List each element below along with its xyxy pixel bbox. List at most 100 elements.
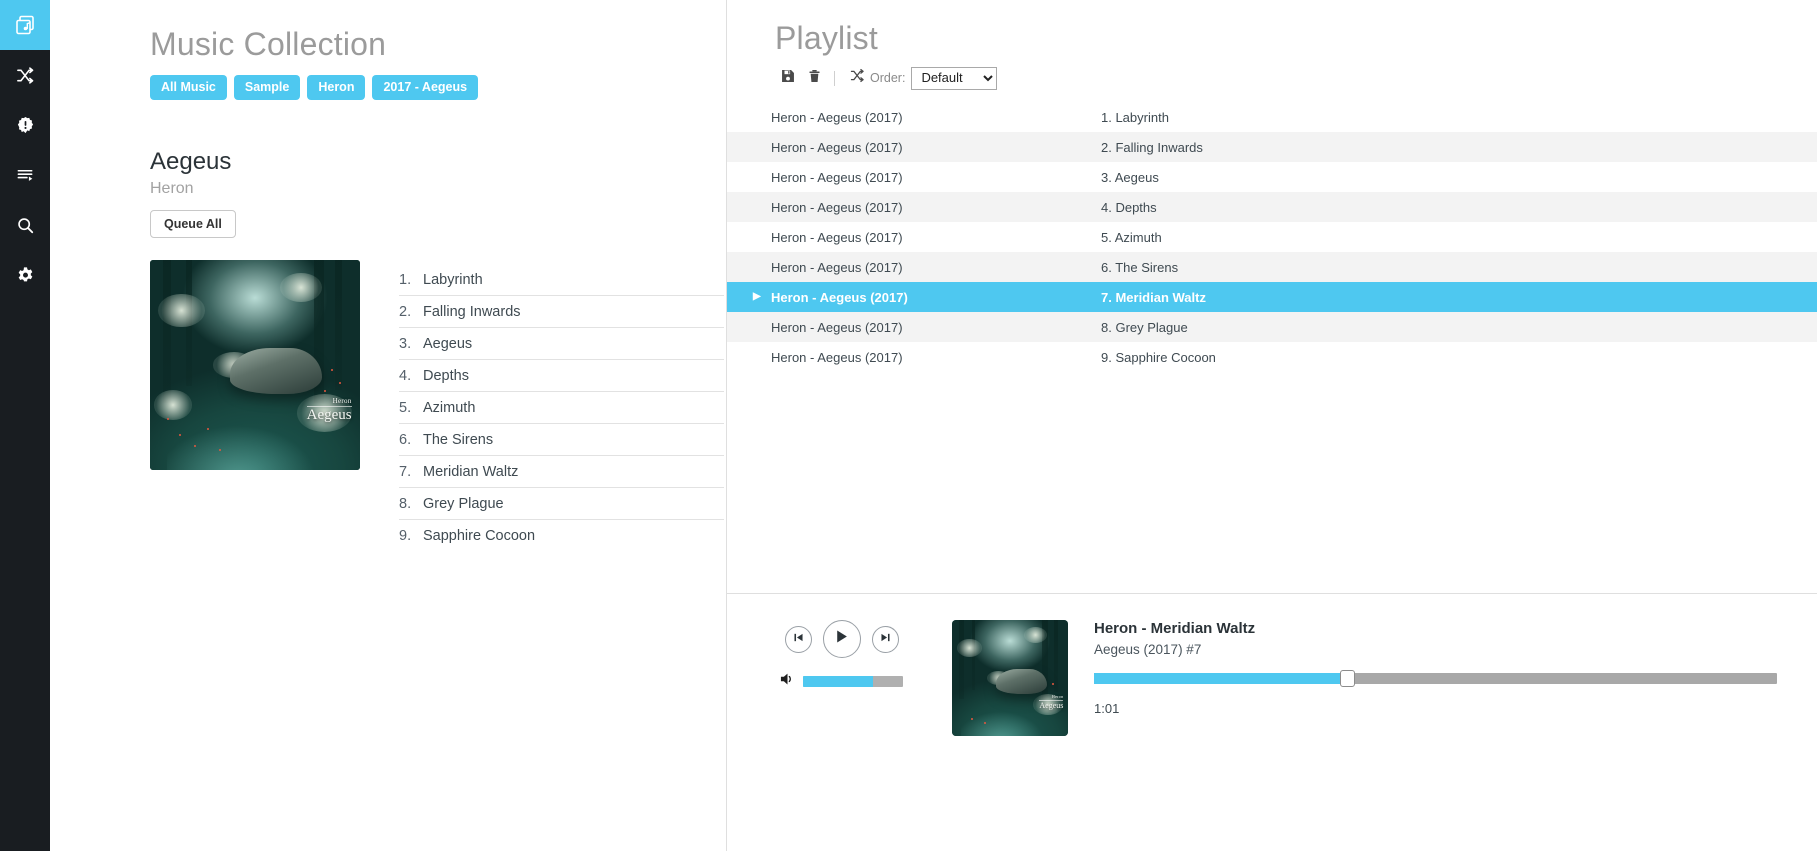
playlist-row[interactable]: Heron - Aegeus (2017) 1. Labyrinth	[727, 102, 1817, 132]
shuffle-icon	[16, 66, 35, 85]
play-icon	[834, 629, 849, 649]
seek-fill	[1094, 673, 1347, 684]
volume-icon[interactable]	[780, 672, 795, 691]
seek-bar-wrap	[1094, 670, 1777, 687]
track-number: 2.	[399, 304, 412, 320]
sidebar-item-shuffle[interactable]	[0, 50, 50, 100]
breadcrumb: All Music Sample Heron 2017 - Aegeus	[150, 75, 726, 100]
playlist-row-album: Heron - Aegeus (2017)	[771, 319, 903, 335]
play-button[interactable]	[822, 620, 861, 658]
volume-control	[780, 672, 903, 691]
track-row[interactable]: 9. Sapphire Cocoon	[399, 520, 724, 551]
playlist-row-album: Heron - Aegeus (2017)	[771, 289, 908, 305]
playlist-row-track: 6. The Sirens	[1101, 259, 1179, 275]
now-cover-title-text: Aegeus	[1039, 700, 1064, 711]
save-playlist-button[interactable]	[775, 67, 801, 89]
player-bar: Heron Aegeus Heron - Meridian Waltz Aege…	[727, 593, 1817, 851]
shuffle-playlist-button[interactable]	[844, 67, 870, 89]
track-row[interactable]: 4. Depths	[399, 360, 724, 392]
track-title: Labyrinth	[423, 272, 483, 288]
playlist-row-album: Heron - Aegeus (2017)	[771, 199, 903, 215]
playlist-row[interactable]: Heron - Aegeus (2017) 5. Azimuth	[727, 222, 1817, 252]
track-row[interactable]: 1. Labyrinth	[399, 264, 724, 296]
track-title: Grey Plague	[423, 496, 504, 512]
track-title: Azimuth	[423, 400, 476, 416]
now-playing-cover[interactable]: Heron Aegeus	[952, 620, 1068, 736]
cover-title-text: Aegeus	[306, 406, 352, 424]
playlist-row[interactable]: Heron - Aegeus (2017) 3. Aegeus	[727, 162, 1817, 192]
seek-thumb[interactable]	[1339, 670, 1355, 687]
album-header: Aegeus Heron Queue All	[150, 148, 726, 238]
delete-playlist-button[interactable]	[801, 67, 827, 89]
album-body: Heron Aegeus 1. Labyrinth 2. Falling Inw…	[150, 260, 726, 551]
playlist-row[interactable]: Heron - Aegeus (2017) 2. Falling Inwards	[727, 132, 1817, 162]
sidebar-item-search[interactable]	[0, 200, 50, 250]
playlist-row-album: Heron - Aegeus (2017)	[771, 109, 903, 125]
transport-buttons	[784, 620, 899, 658]
gear-icon	[16, 266, 35, 285]
save-icon	[781, 69, 795, 88]
now-playing-title: Heron - Meridian Waltz	[1094, 620, 1256, 637]
page-title: Music Collection	[150, 26, 387, 62]
playlist-row-track: 8. Grey Plague	[1101, 319, 1188, 335]
track-number: 1.	[399, 272, 412, 288]
album-cover-large: Heron Aegeus	[150, 260, 360, 470]
playlist-row-track: 2. Falling Inwards	[1101, 139, 1203, 155]
breadcrumb-item-album[interactable]: 2017 - Aegeus	[372, 75, 479, 100]
track-number: 5.	[399, 400, 412, 416]
playlist-row[interactable]: Heron - Aegeus (2017) 6. The Sirens	[727, 252, 1817, 282]
playlist-row-track: 9. Sapphire Cocoon	[1101, 349, 1216, 365]
seek-slider[interactable]	[1094, 673, 1777, 684]
now-playing-subtitle: Aegeus (2017) #7	[1094, 642, 1202, 657]
playlist-row[interactable]: Heron - Aegeus (2017) 4. Depths	[727, 192, 1817, 222]
sidebar	[0, 0, 50, 851]
track-row[interactable]: 8. Grey Plague	[399, 488, 724, 520]
breadcrumb-item-all-music[interactable]: All Music	[150, 75, 227, 100]
queue-all-button[interactable]: Queue All	[150, 210, 236, 238]
album-title: Aegeus	[150, 148, 232, 175]
trash-icon	[808, 69, 821, 88]
album-artist: Heron	[150, 180, 194, 197]
playlist-row-selected[interactable]: ▶ Heron - Aegeus (2017) 7. Meridian Walt…	[727, 282, 1817, 312]
shuffle-icon	[850, 68, 865, 88]
elapsed-time: 1:01	[1094, 701, 1120, 716]
breadcrumb-item-heron[interactable]: Heron	[307, 75, 366, 100]
now-cover-artist-text: Heron	[1051, 693, 1064, 699]
track-title: Meridian Waltz	[423, 464, 519, 480]
track-number: 9.	[399, 528, 412, 544]
track-row[interactable]: 2. Falling Inwards	[399, 296, 724, 328]
now-playing-info: Heron - Meridian Waltz Aegeus (2017) #7 …	[1094, 620, 1817, 716]
playlist-rows: Heron - Aegeus (2017) 1. Labyrinth Heron…	[727, 102, 1817, 593]
cover-label: Heron Aegeus	[306, 396, 352, 424]
track-title: Sapphire Cocoon	[423, 528, 536, 544]
track-title: The Sirens	[423, 432, 494, 448]
playlist-row-album: Heron - Aegeus (2017)	[771, 349, 903, 365]
track-number: 6.	[399, 432, 412, 448]
previous-button[interactable]	[784, 625, 812, 653]
volume-slider[interactable]	[803, 676, 903, 687]
playlist-row[interactable]: Heron - Aegeus (2017) 8. Grey Plague	[727, 312, 1817, 342]
order-select[interactable]: Default	[911, 66, 998, 90]
playlist-row[interactable]: Heron - Aegeus (2017) 9. Sapphire Cocoon	[727, 342, 1817, 372]
breadcrumb-item-sample[interactable]: Sample	[233, 75, 301, 100]
sidebar-item-queue[interactable]	[0, 150, 50, 200]
next-button[interactable]	[871, 625, 899, 653]
track-row[interactable]: 6. The Sirens	[399, 424, 724, 456]
track-row[interactable]: 3. Aegeus	[399, 328, 724, 360]
playlist-row-track: 4. Depths	[1101, 199, 1157, 215]
sidebar-item-library[interactable]	[0, 0, 50, 50]
playlist-add-icon	[16, 166, 35, 185]
transport-controls	[749, 620, 934, 691]
album-artwork: Heron Aegeus	[150, 260, 360, 470]
track-number: 4.	[399, 368, 412, 384]
playlist-row-album: Heron - Aegeus (2017)	[771, 229, 903, 245]
now-playing-artwork: Heron Aegeus	[952, 620, 1068, 736]
playlist-header: Playlist Order: Default	[727, 0, 1817, 90]
track-title: Aegeus	[423, 336, 473, 352]
track-row[interactable]: 5. Azimuth	[399, 392, 724, 424]
sidebar-item-alerts[interactable]	[0, 100, 50, 150]
cover-artist-text: Heron	[332, 396, 352, 405]
sidebar-item-settings[interactable]	[0, 250, 50, 300]
album-tracklist: 1. Labyrinth 2. Falling Inwards 3. Aegeu…	[399, 260, 724, 551]
track-row[interactable]: 7. Meridian Waltz	[399, 456, 724, 488]
